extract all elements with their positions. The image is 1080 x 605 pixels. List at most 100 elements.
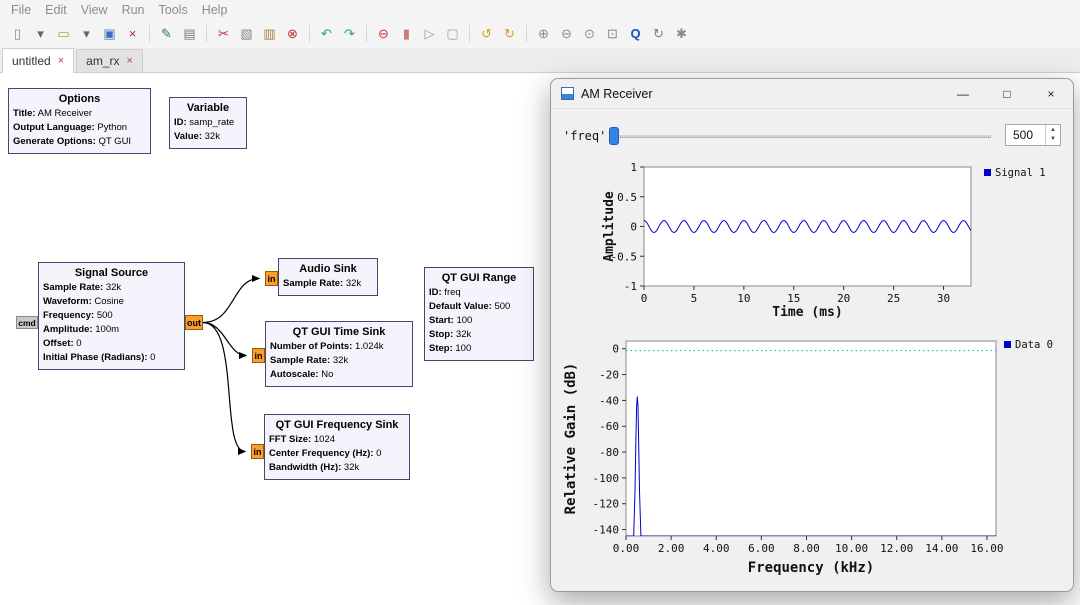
connection-signal-to-freqsink[interactable] <box>202 321 247 456</box>
freq-spinbox[interactable]: 500 ▲ ▼ <box>1005 124 1061 146</box>
connection-signal-to-audio[interactable] <box>202 274 261 324</box>
tab-close-icon[interactable]: × <box>58 55 64 67</box>
open-file-icon[interactable]: ▭ <box>53 23 74 44</box>
block-param: Autoscale: No <box>270 369 334 380</box>
maximize-button[interactable]: □ <box>985 79 1029 108</box>
tools-icon[interactable]: ✱ <box>671 23 692 44</box>
port-out[interactable]: out <box>185 315 203 330</box>
am-receiver-window[interactable]: AM Receiver — □ × 'freq' 500 ▲ ▼ 0 5 10 15 2… <box>550 78 1074 592</box>
svg-text:-40: -40 <box>599 394 619 407</box>
new-file-icon[interactable]: ▯ <box>7 23 28 44</box>
copy-icon[interactable]: ▧ <box>236 23 257 44</box>
svg-text:2.00: 2.00 <box>658 542 685 555</box>
zoom-out-icon[interactable]: ⊖ <box>556 23 577 44</box>
paste-icon[interactable]: ▥ <box>259 23 280 44</box>
block-title: QT GUI Time Sink <box>292 326 386 338</box>
snapshot-icon[interactable]: ⊡ <box>602 23 623 44</box>
block-title: Options <box>58 93 101 105</box>
zoom-in-icon[interactable]: ⊕ <box>533 23 554 44</box>
svg-text:15: 15 <box>787 292 800 305</box>
svg-text:1: 1 <box>630 161 637 174</box>
reload-blocks-icon[interactable]: ▮ <box>396 23 417 44</box>
minimize-button[interactable]: — <box>941 79 985 108</box>
window-title-bar[interactable]: AM Receiver — □ × <box>551 79 1073 109</box>
svg-text:20: 20 <box>837 292 850 305</box>
zoom-fit-icon[interactable]: ⊙ <box>579 23 600 44</box>
screen-capture-icon[interactable]: ✎ <box>156 23 177 44</box>
connection-signal-to-timesink[interactable] <box>202 321 248 360</box>
block-param: Step: 100 <box>429 343 472 354</box>
block-param: Title: AM Receiver <box>13 108 93 119</box>
find-block-icon[interactable]: Q <box>625 23 646 44</box>
errors-icon[interactable]: ⊖ <box>373 23 394 44</box>
block-audio-sink[interactable]: Audio Sink Sample Rate: 32k <box>278 258 378 296</box>
menu-view[interactable]: View <box>74 3 115 17</box>
execute-icon[interactable]: ▷ <box>419 23 440 44</box>
close-tab-icon[interactable]: × <box>122 23 143 44</box>
block-qt-gui-frequency-sink[interactable]: QT GUI Frequency Sink FFT Size: 1024 Cent… <box>264 414 410 480</box>
freq-spinbox-value[interactable]: 500 <box>1013 128 1045 142</box>
svg-text:0: 0 <box>612 343 619 356</box>
menu-help[interactable]: Help <box>195 3 235 17</box>
svg-text:30: 30 <box>937 292 950 305</box>
kill-icon[interactable]: ▢ <box>442 23 463 44</box>
port-in-time-sink[interactable]: in <box>252 348 265 363</box>
open-file-dropdown-icon[interactable]: ▾ <box>76 23 97 44</box>
svg-text:25: 25 <box>887 292 900 305</box>
freq-slider-groove[interactable] <box>609 135 991 138</box>
tab-untitled[interactable]: untitled × <box>2 48 75 73</box>
block-options[interactable]: Options Title: AM Receiver Output Languag… <box>8 88 151 154</box>
menu-bar: File Edit View Run Tools Help <box>0 0 1080 19</box>
svg-text:0: 0 <box>641 292 648 305</box>
menu-run[interactable]: Run <box>115 3 152 17</box>
new-file-dropdown-icon[interactable]: ▾ <box>30 23 51 44</box>
canvas-grid-icon[interactable]: ▤ <box>179 23 200 44</box>
port-in-frequency-sink[interactable]: in <box>251 444 264 459</box>
connect-bus-icon[interactable]: ↺ <box>476 23 497 44</box>
time-plot[interactable]: 0 5 10 15 20 25 3010.50-0.5-1Time (ms)Amplitud… <box>601 161 1075 329</box>
block-qt-gui-time-sink[interactable]: QT GUI Time Sink Number of Points: 1.024… <box>265 321 413 387</box>
undo-icon[interactable]: ↶ <box>316 23 337 44</box>
menu-file[interactable]: File <box>4 3 38 17</box>
block-param: Waveform: Cosine <box>43 296 124 307</box>
freq-spinbox-arrows: ▲ ▼ <box>1045 125 1060 145</box>
port-cmd[interactable]: cmd <box>16 316 38 329</box>
close-button[interactable]: × <box>1029 79 1073 108</box>
cut-icon[interactable]: ✂ <box>213 23 234 44</box>
tab-am-rx[interactable]: am_rx × <box>76 49 143 72</box>
tab-close-icon[interactable]: × <box>126 55 132 67</box>
block-param: Stop: 32k <box>429 329 472 340</box>
freq-slider-handle[interactable] <box>608 127 619 145</box>
block-param: Default Value: 500 <box>429 301 511 312</box>
svg-text:Amplitude: Amplitude <box>602 191 617 262</box>
block-param: ID: samp_rate <box>174 117 235 128</box>
frequency-plot[interactable]: 0.00 2.00 4.00 6.00 8.00 10.00 12.00 14.00 16.00… <box>561 329 1073 579</box>
block-param: Bandwidth (Hz): 32k <box>269 462 360 473</box>
spin-up-icon[interactable]: ▲ <box>1050 126 1056 135</box>
block-signal-source[interactable]: Signal Source Sample Rate: 32k Waveform: … <box>38 262 185 370</box>
svg-text:Relative Gain (dB): Relative Gain (dB) <box>563 363 579 515</box>
refresh-icon[interactable]: ↻ <box>648 23 669 44</box>
svg-text:4.00: 4.00 <box>703 542 730 555</box>
save-icon[interactable]: ▣ <box>99 23 120 44</box>
block-title: Audio Sink <box>299 263 357 275</box>
menu-tools[interactable]: Tools <box>152 3 195 17</box>
spin-down-icon[interactable]: ▼ <box>1050 135 1056 144</box>
svg-text:0: 0 <box>630 221 637 234</box>
window-title: AM Receiver <box>581 86 653 101</box>
freq-slider[interactable] <box>608 125 991 147</box>
block-variable[interactable]: Variable ID: samp_rate Value: 32k <box>169 97 247 149</box>
disconnect-bus-icon[interactable]: ↻ <box>499 23 520 44</box>
redo-icon[interactable]: ↷ <box>339 23 360 44</box>
port-in-audio-sink[interactable]: in <box>265 271 278 286</box>
tab-bar: untitled × am_rx × <box>0 48 1080 73</box>
tab-label: untitled <box>12 54 51 68</box>
menu-edit[interactable]: Edit <box>38 3 74 17</box>
block-param: Sample Rate: 32k <box>43 282 122 293</box>
block-param: Center Frequency (Hz): 0 <box>269 448 382 459</box>
block-qt-gui-range[interactable]: QT GUI Range ID: freq Default Value: 500 S… <box>424 267 534 361</box>
svg-text:-80: -80 <box>599 446 619 459</box>
delete-icon[interactable]: ⊗ <box>282 23 303 44</box>
block-param: Initial Phase (Radians): 0 <box>43 352 156 363</box>
toolbar-separator <box>469 25 470 42</box>
